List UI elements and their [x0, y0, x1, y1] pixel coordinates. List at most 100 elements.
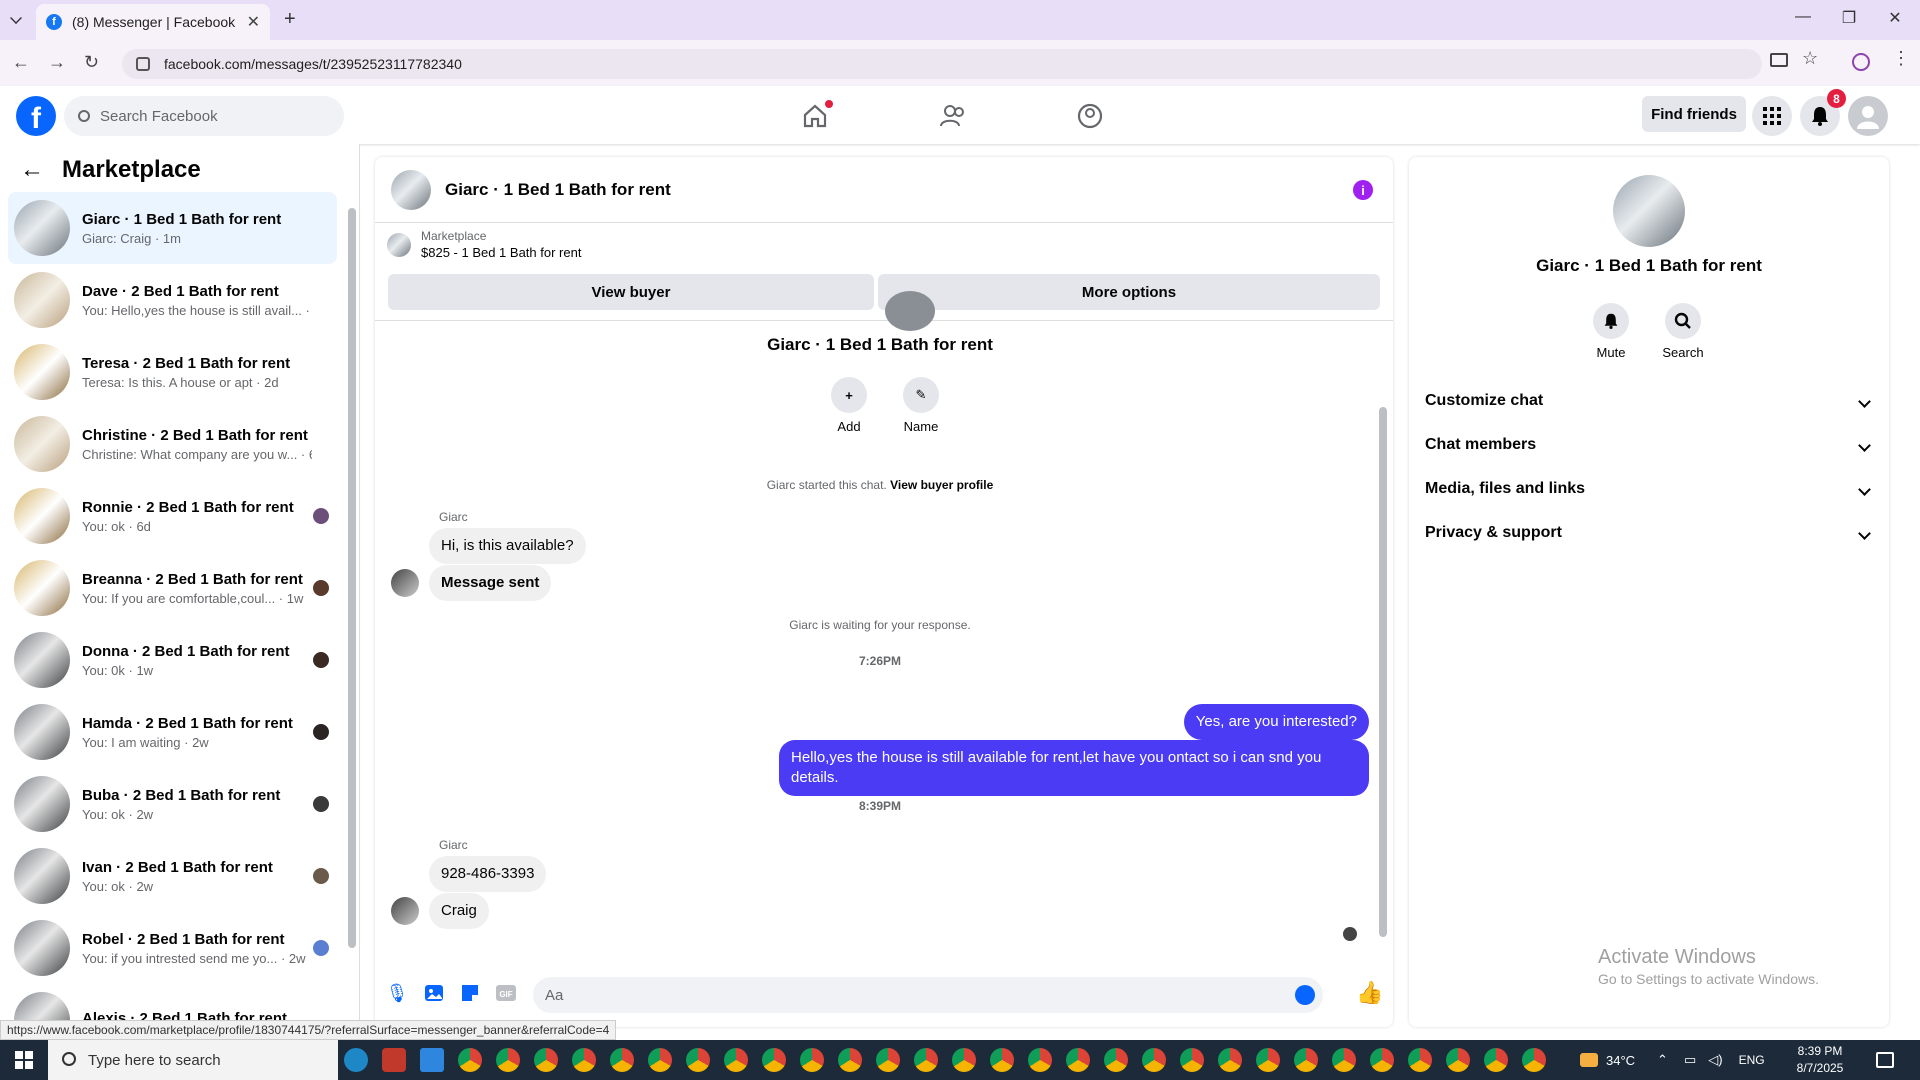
- chrome-icon[interactable]: [686, 1048, 710, 1072]
- view-buyer-profile-link[interactable]: View buyer profile: [890, 478, 993, 492]
- temperature[interactable]: 34°C: [1606, 1053, 1635, 1068]
- language[interactable]: ENG: [1739, 1053, 1765, 1067]
- mute-button[interactable]: Mute: [1581, 303, 1641, 360]
- facebook-search-input[interactable]: Search Facebook: [64, 96, 344, 136]
- chrome-icon[interactable]: [1370, 1048, 1394, 1072]
- chrome-icon[interactable]: [1218, 1048, 1242, 1072]
- conversation-item[interactable]: Christine · 2 Bed 1 Bath for rent Christi…: [8, 408, 337, 480]
- outgoing-message[interactable]: Hello,yes the house is still available f…: [779, 740, 1369, 796]
- back-arrow-icon[interactable]: ←: [20, 156, 44, 184]
- back-icon[interactable]: ←: [12, 52, 30, 73]
- tray-chevron-icon[interactable]: ⌃: [1657, 1052, 1668, 1068]
- chrome-icon[interactable]: [1446, 1048, 1470, 1072]
- minimize-icon[interactable]: —: [1780, 8, 1826, 26]
- search-conversation-button[interactable]: Search: [1653, 303, 1713, 360]
- incoming-message[interactable]: Hi, is this available?: [429, 528, 586, 564]
- friends-icon[interactable]: [935, 100, 971, 132]
- conversation-item[interactable]: Dave · 2 Bed 1 Bath for rent You: Hello,y…: [8, 264, 337, 336]
- chrome-icon[interactable]: [496, 1048, 520, 1072]
- privacy-support-section[interactable]: Privacy & support: [1425, 515, 1875, 551]
- chrome-icon[interactable]: [838, 1048, 862, 1072]
- emoji-icon[interactable]: [1295, 985, 1315, 1005]
- chrome-icon[interactable]: [762, 1048, 786, 1072]
- reload-icon[interactable]: ↻: [84, 52, 99, 73]
- volume-icon[interactable]: ◁): [1708, 1052, 1722, 1068]
- outgoing-message[interactable]: Yes, are you interested?: [1183, 704, 1369, 740]
- conversation-item[interactable]: Buba · 2 Bed 1 Bath for rent You: ok · 2w: [8, 768, 337, 840]
- browser-tab[interactable]: f (8) Messenger | Facebook ✕: [36, 4, 270, 40]
- app-icon[interactable]: [382, 1048, 406, 1072]
- chrome-icon[interactable]: [1332, 1048, 1356, 1072]
- chrome-icon[interactable]: [952, 1048, 976, 1072]
- microphone-icon[interactable]: 🎙: [386, 982, 409, 1004]
- menu-grid-button[interactable]: [1752, 96, 1792, 136]
- chrome-icon[interactable]: [800, 1048, 824, 1072]
- chrome-icon[interactable]: [1294, 1048, 1318, 1072]
- conversation-item[interactable]: Hamda · 2 Bed 1 Bath for rent You: I am w…: [8, 696, 337, 768]
- windows-start-icon[interactable]: [0, 1040, 48, 1080]
- weather-icon[interactable]: [1580, 1053, 1598, 1067]
- chrome-icon[interactable]: [876, 1048, 900, 1072]
- tab-list-icon[interactable]: [10, 12, 22, 24]
- view-buyer-button[interactable]: View buyer: [388, 274, 874, 310]
- install-app-icon[interactable]: [1770, 53, 1788, 67]
- edge-icon[interactable]: [344, 1048, 368, 1072]
- chrome-icon[interactable]: [1028, 1048, 1052, 1072]
- browser-menu-icon[interactable]: ⋮: [1892, 48, 1910, 69]
- home-icon[interactable]: [797, 100, 833, 132]
- chat-scrollbar[interactable]: [1379, 407, 1387, 937]
- chrome-icon[interactable]: [610, 1048, 634, 1072]
- conversation-item[interactable]: Teresa · 2 Bed 1 Bath for rent Teresa: Is…: [8, 336, 337, 408]
- media-files-section[interactable]: Media, files and links: [1425, 471, 1875, 507]
- profile-icon[interactable]: [1852, 53, 1870, 71]
- incoming-message[interactable]: Message sent: [429, 565, 552, 601]
- chrome-icon[interactable]: [1066, 1048, 1090, 1072]
- photo-icon[interactable]: [423, 982, 445, 1004]
- address-bar[interactable]: facebook.com/messages/t/2395252311778234…: [122, 49, 1762, 79]
- message-input[interactable]: Aa: [533, 977, 1323, 1013]
- groups-icon[interactable]: [1072, 100, 1108, 132]
- chrome-icon[interactable]: [1256, 1048, 1280, 1072]
- chrome-icon[interactable]: [1180, 1048, 1204, 1072]
- facebook-logo-icon[interactable]: f: [16, 96, 56, 136]
- close-window-icon[interactable]: ✕: [1872, 8, 1918, 28]
- chrome-icon[interactable]: [458, 1048, 482, 1072]
- account-avatar[interactable]: [1848, 96, 1888, 136]
- taskbar-search[interactable]: Type here to search: [48, 1040, 338, 1080]
- incoming-message[interactable]: 928-486-3393: [429, 856, 547, 892]
- conversation-item[interactable]: Robel · 2 Bed 1 Bath for rent You: if you…: [8, 912, 337, 984]
- chrome-icon[interactable]: [1484, 1048, 1508, 1072]
- chrome-icon[interactable]: [572, 1048, 596, 1072]
- chat-members-section[interactable]: Chat members: [1425, 427, 1875, 463]
- chat-avatar[interactable]: [391, 169, 431, 210]
- taskbar-clock[interactable]: 8:39 PM 8/7/2025: [1780, 1043, 1860, 1077]
- new-tab-icon[interactable]: +: [284, 8, 296, 31]
- find-friends-button[interactable]: Find friends: [1642, 96, 1746, 132]
- chrome-icon[interactable]: [1522, 1048, 1546, 1072]
- chat-title[interactable]: Giarc · 1 Bed 1 Bath for rent: [445, 180, 671, 200]
- like-thumb-icon[interactable]: 👍: [1356, 980, 1383, 1005]
- bookmark-star-icon[interactable]: ☆: [1802, 48, 1818, 69]
- sticker-icon[interactable]: [459, 982, 481, 1004]
- chrome-icon[interactable]: [990, 1048, 1014, 1072]
- site-info-icon[interactable]: [136, 57, 150, 71]
- chrome-icon[interactable]: [1408, 1048, 1432, 1072]
- marketplace-banner[interactable]: Marketplace $825 - 1 Bed 1 Bath for rent: [387, 229, 581, 260]
- conversation-item[interactable]: Ivan · 2 Bed 1 Bath for rent You: ok · 2w: [8, 840, 337, 912]
- conversation-item[interactable]: Giarc · 1 Bed 1 Bath for rent Giarc: Crai…: [8, 192, 337, 264]
- notification-center-icon[interactable]: [1876, 1052, 1894, 1068]
- customize-chat-section[interactable]: Customize chat: [1425, 383, 1875, 419]
- info-icon[interactable]: i: [1353, 180, 1373, 200]
- gif-icon[interactable]: GIF: [495, 982, 517, 1004]
- details-avatar[interactable]: [1613, 175, 1685, 247]
- more-options-button[interactable]: More options: [878, 274, 1380, 310]
- forward-icon[interactable]: →: [48, 52, 66, 73]
- add-people-button[interactable]: + Add: [824, 377, 874, 434]
- name-chat-button[interactable]: ✎ Name: [896, 377, 946, 434]
- maximize-icon[interactable]: ❐: [1826, 8, 1872, 28]
- conversation-item[interactable]: Breanna · 2 Bed 1 Bath for rent You: If y…: [8, 552, 337, 624]
- conversation-item[interactable]: Donna · 2 Bed 1 Bath for rent You: 0k · 1…: [8, 624, 337, 696]
- incoming-message[interactable]: Craig: [429, 893, 489, 929]
- chrome-icon[interactable]: [648, 1048, 672, 1072]
- chrome-icon[interactable]: [1104, 1048, 1128, 1072]
